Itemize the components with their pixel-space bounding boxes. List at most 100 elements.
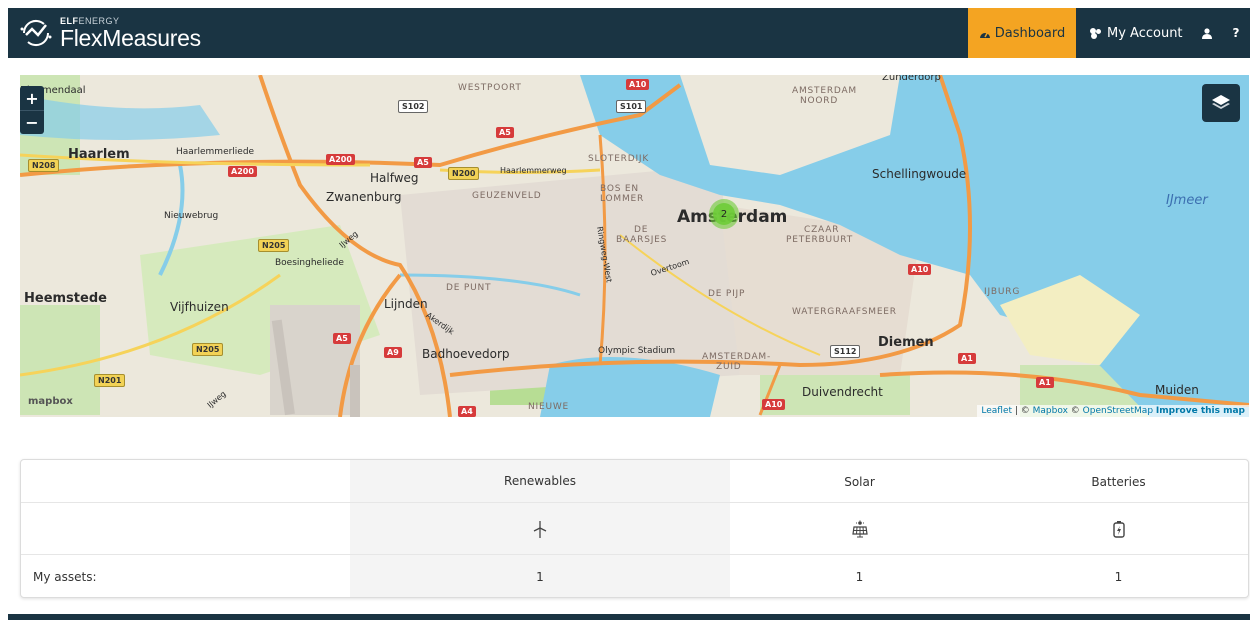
- map-label-schellingwoude: Schellingwoude: [872, 167, 967, 181]
- improve-map-link[interactable]: Improve this map: [1156, 406, 1245, 416]
- cluster-count: 2: [713, 203, 735, 225]
- shield-a200-2: A200: [228, 166, 257, 177]
- map-label-de-pijp: DE PIJP: [708, 289, 746, 299]
- map-label-baarsjes-2: BAARSJES: [616, 235, 668, 245]
- map-label-baarsjes-1: DE: [634, 225, 649, 235]
- shield-a1-1: A1: [958, 353, 976, 364]
- mapbox-link[interactable]: Mapbox: [1033, 406, 1068, 416]
- icon-right-group: [730, 503, 1248, 555]
- flexmeasures-logo-icon: [20, 19, 52, 47]
- nav-my-account-label: My Account: [1107, 25, 1183, 41]
- renewables-count[interactable]: 1: [350, 555, 730, 597]
- brand-product-name: FlexMeasures: [60, 24, 201, 51]
- map-label-nieuwebrug: Nieuwebrug: [164, 211, 219, 221]
- batteries-icon-cell[interactable]: [989, 503, 1248, 554]
- table-row-my-assets: My assets: 1 1 1: [21, 555, 1248, 597]
- map-label-geuzenveld: GEUZENVELD: [472, 191, 542, 201]
- attribution-separator-2: ©: [1067, 406, 1083, 416]
- asset-cluster-marker[interactable]: 2: [709, 199, 739, 229]
- nav-my-account[interactable]: My Account: [1076, 8, 1192, 58]
- brand-logo-link[interactable]: ELFENERGY FlexMeasures: [18, 14, 201, 52]
- leaflet-link[interactable]: Leaflet: [981, 406, 1012, 416]
- header-empty: [21, 460, 350, 503]
- mapbox-logo[interactable]: mapbox: [28, 396, 73, 407]
- shield-a200-1: A200: [326, 154, 355, 165]
- shield-s102: S102: [398, 100, 429, 113]
- header-right-group: Solar Batteries: [730, 460, 1248, 503]
- map-label-watergraafsmeer: WATERGRAAFSMEER: [792, 307, 897, 317]
- map-label-diemen: Diemen: [878, 335, 934, 350]
- layers-button[interactable]: [1202, 84, 1240, 122]
- header-solar: Solar: [844, 474, 875, 489]
- battery-icon: [1112, 520, 1125, 538]
- icon-row-empty: [21, 503, 350, 555]
- layers-icon: [1212, 95, 1230, 109]
- zoom-control: + −: [20, 86, 44, 134]
- users-icon: [1088, 27, 1103, 39]
- solar-icon-cell[interactable]: [730, 503, 989, 554]
- map-label-lijnden: Lijnden: [384, 297, 428, 311]
- nav-help[interactable]: ?: [1222, 8, 1250, 58]
- map-label-ijmeer: IJmeer: [1166, 193, 1208, 208]
- shield-s112: S112: [830, 345, 861, 358]
- map-label-czaar-2: PETERBUURT: [786, 235, 853, 245]
- map-label-zwanenburg: Zwanenburg: [326, 190, 402, 204]
- map-label-haarlemmerweg: Haarlemmerweg: [500, 166, 567, 175]
- wind-turbine-icon: [533, 520, 547, 538]
- table-icon-row: [21, 503, 1248, 555]
- shield-a5-top: A5: [496, 127, 514, 138]
- map-label-heemstede: Heemstede: [24, 291, 107, 306]
- zoom-out-button[interactable]: −: [20, 110, 44, 134]
- shield-s101: S101: [616, 100, 647, 113]
- solar-panel-icon: [851, 519, 868, 537]
- map-label-sloterdijk: SLOTERDIJK: [588, 154, 650, 164]
- renewables-icon-cell[interactable]: [350, 503, 730, 555]
- batteries-count[interactable]: 1: [989, 555, 1248, 597]
- shield-a5-mid: A5: [414, 157, 432, 168]
- shield-a10-top: A10: [626, 79, 650, 90]
- map-label-badhoevedorp: Badhoevedorp: [422, 347, 510, 361]
- help-icon: ?: [1232, 26, 1240, 40]
- header-renewables: Renewables: [350, 460, 730, 503]
- map-label-duivendrecht: Duivendrecht: [802, 385, 883, 399]
- table-header-row: Renewables Solar Batteries: [21, 460, 1248, 503]
- nav-dashboard-label: Dashboard: [994, 25, 1066, 41]
- nav-user[interactable]: [1192, 8, 1222, 58]
- shield-n208: N208: [28, 159, 60, 172]
- map-attribution: Leaflet | © Mapbox © OpenStreetMap Impro…: [977, 405, 1249, 417]
- map-label-czaar-1: CZAAR: [804, 225, 840, 235]
- map-label-boesingheliede: Boesingheliede: [275, 258, 344, 268]
- map-label-ijburg: IJBURG: [984, 287, 1021, 297]
- shield-a10-right: A10: [908, 264, 932, 275]
- map-label-muiden: Muiden: [1155, 383, 1199, 397]
- map-label-zuid-2: ZUID: [716, 362, 742, 372]
- shield-n200: N200: [448, 167, 480, 180]
- footer-bar: [8, 614, 1250, 620]
- dashboard-icon: [979, 28, 991, 39]
- solar-count[interactable]: 1: [730, 555, 989, 597]
- map-label-haarlem: Haarlem: [68, 147, 130, 162]
- shield-a4: A4: [458, 406, 476, 417]
- map-label-haarlemmerliede: Haarlemmerliede: [176, 147, 255, 157]
- map-label-de-punt: DE PUNT: [446, 283, 492, 293]
- asset-map[interactable]: Amsterdam Haarlem Heemstede Diemen Zwane…: [20, 75, 1249, 417]
- map-label-noord-1: AMSTERDAM: [792, 86, 857, 96]
- shield-a9: A9: [384, 347, 402, 358]
- shield-a5-low: A5: [333, 333, 351, 344]
- zoom-in-button[interactable]: +: [20, 86, 44, 110]
- header-batteries: Batteries: [1091, 474, 1146, 489]
- shield-a10-bottom: A10: [762, 399, 786, 410]
- user-icon: [1202, 27, 1212, 39]
- map-label-halfweg: Halfweg: [370, 171, 419, 185]
- map-label-bos-2: LOMMER: [600, 194, 645, 204]
- map-label-zunderdorp: Zunderdorp: [882, 75, 941, 83]
- map-label-olympic-stadium: Olympic Stadium: [598, 346, 676, 356]
- nav-dashboard[interactable]: Dashboard: [968, 8, 1076, 58]
- map-label-vijfhuizen: Vijfhuizen: [170, 300, 229, 314]
- map-label-noord-2: NOORD: [800, 96, 839, 106]
- osm-link[interactable]: OpenStreetMap: [1083, 406, 1153, 416]
- shield-n205-1: N205: [258, 239, 290, 252]
- attribution-separator-1: | ©: [1012, 406, 1033, 416]
- map-label-nieuwe-meer: NIEUWE: [528, 402, 570, 412]
- map-label-bos-1: BOS EN: [600, 184, 639, 194]
